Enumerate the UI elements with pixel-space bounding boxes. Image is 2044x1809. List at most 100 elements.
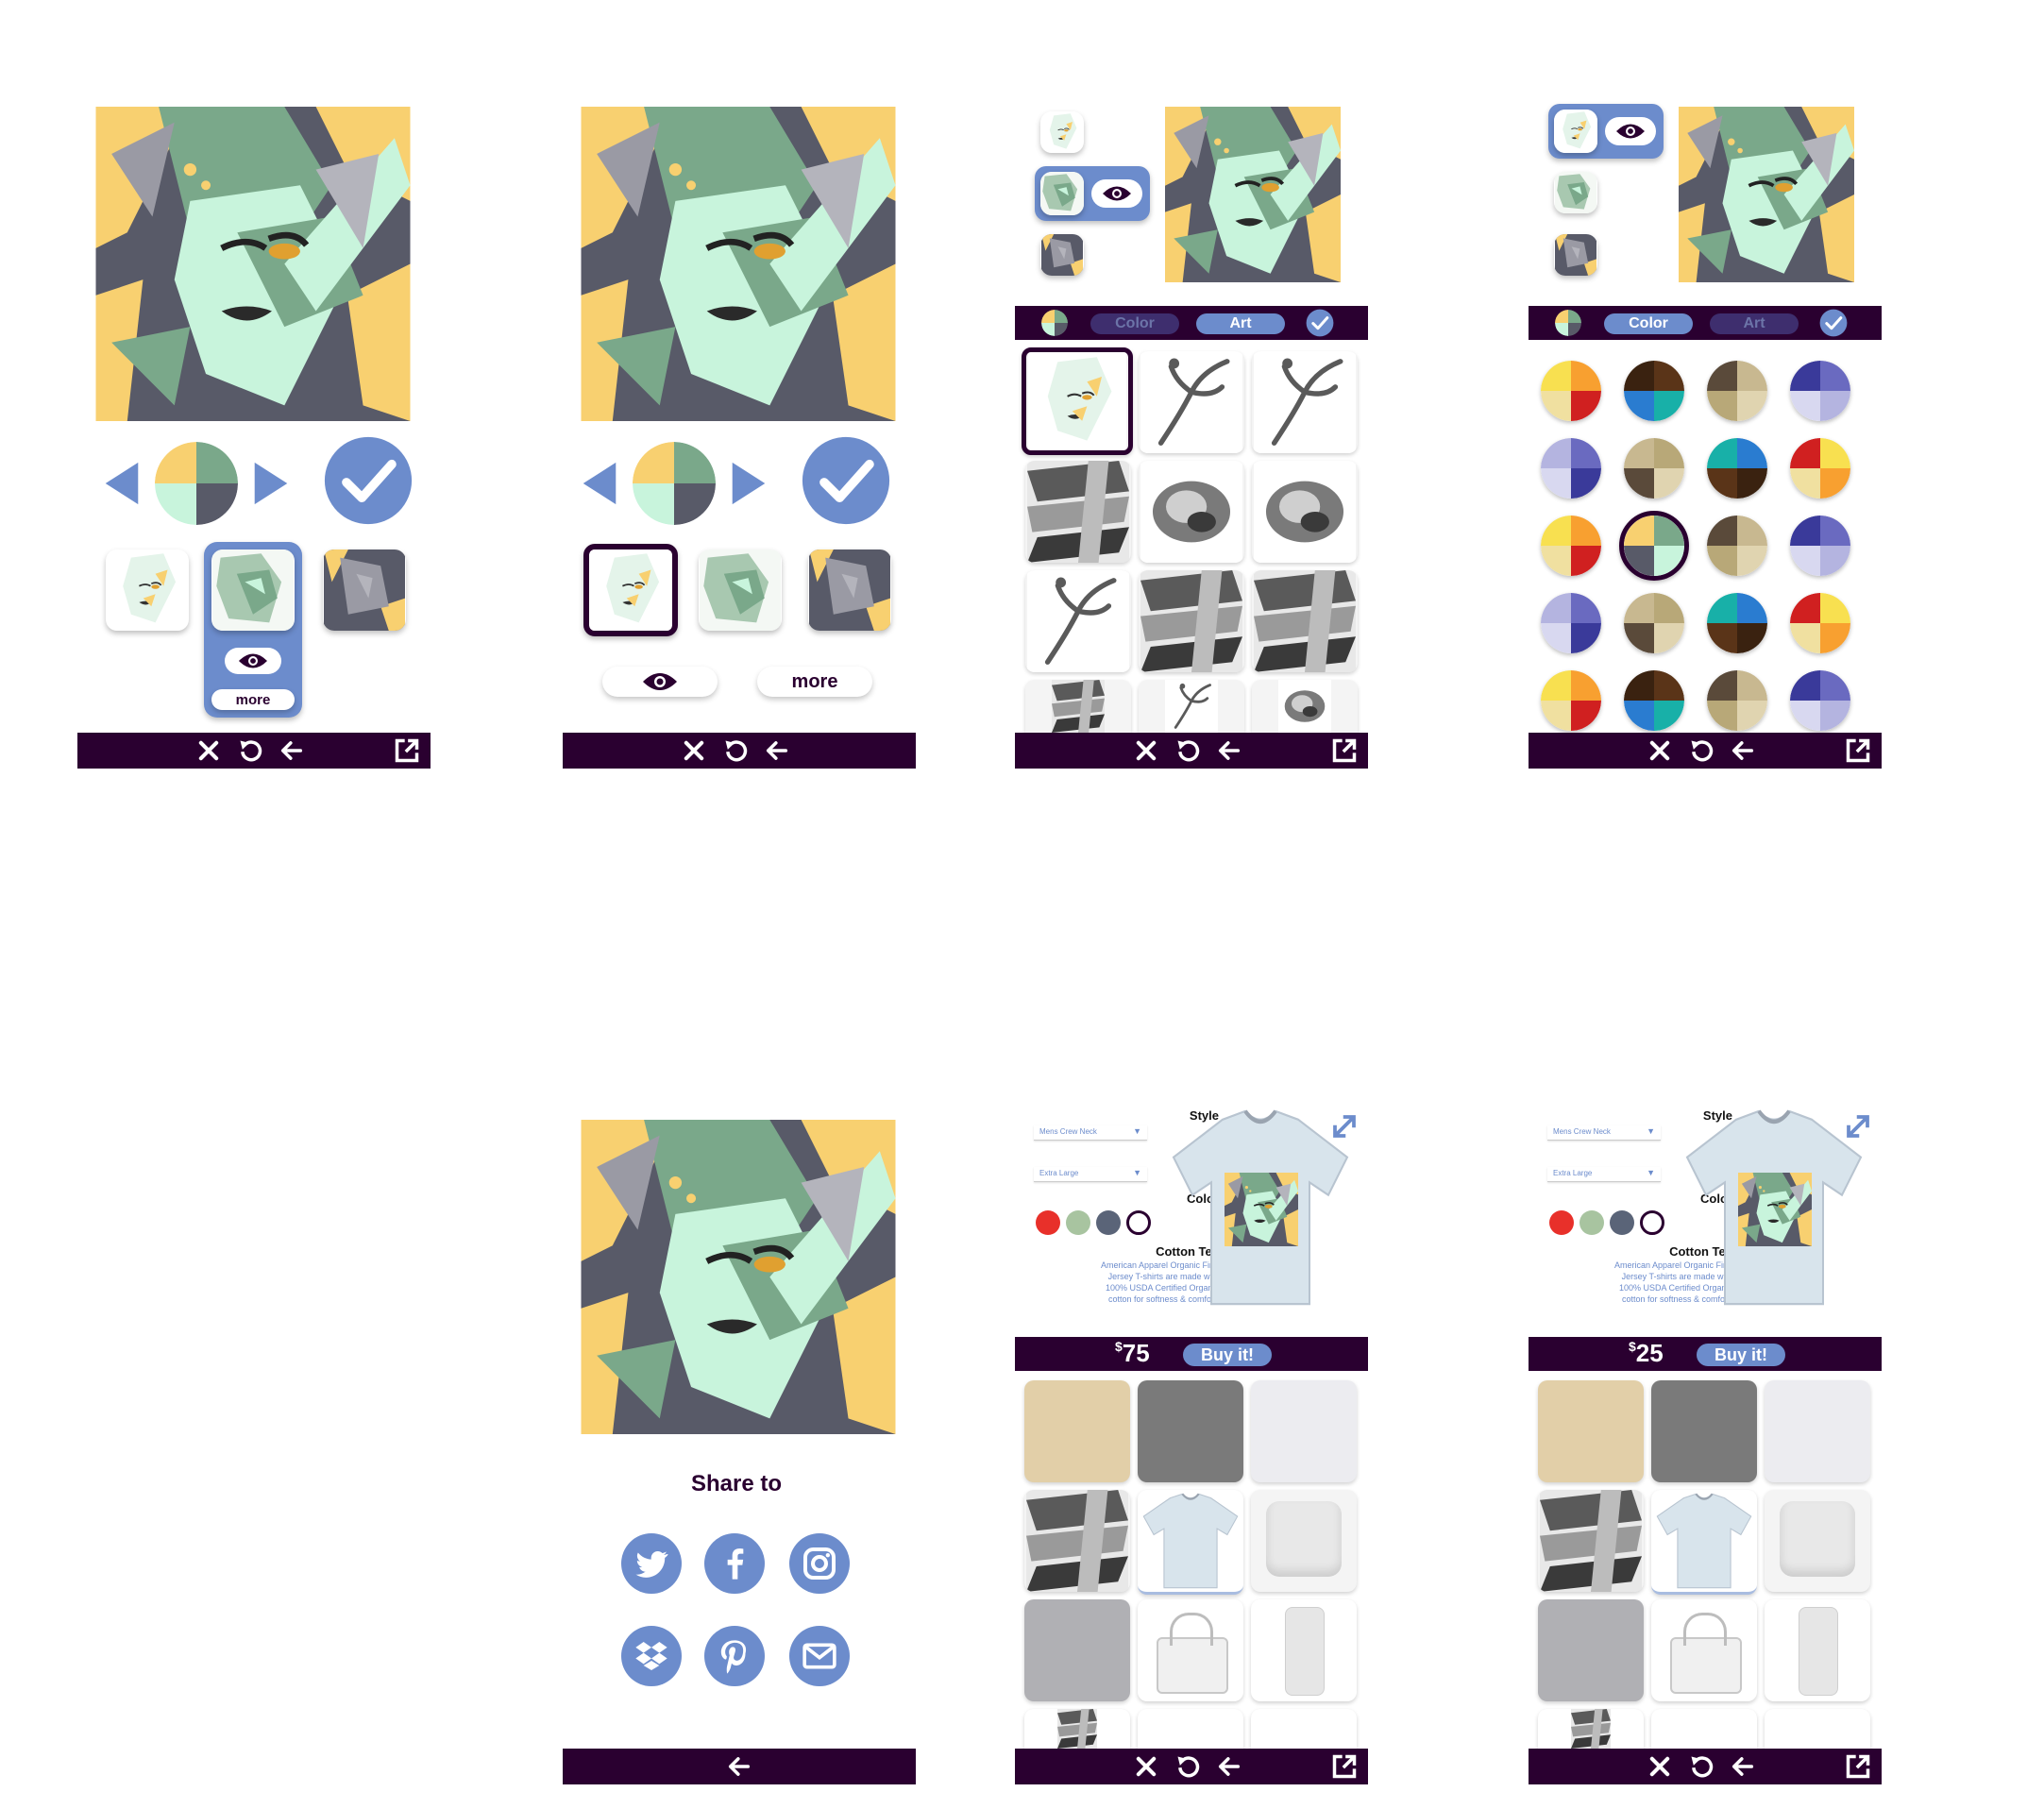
price-bar: $75 Buy it! (1015, 1337, 1368, 1371)
color-swatch[interactable] (1549, 1210, 1574, 1235)
style-select-value: Mens Crew Neck (1039, 1127, 1097, 1136)
color-swatch[interactable] (1579, 1210, 1604, 1235)
previous-palette-arrow-icon[interactable] (580, 461, 619, 506)
back-arrow-icon[interactable] (1727, 1749, 1759, 1784)
screen-7: Style Mens Crew Neck ▼ Size Extra Large … (1529, 0, 1882, 1809)
bottom-toolbar (77, 733, 431, 769)
undo-icon[interactable] (719, 733, 752, 769)
mail-icon[interactable] (789, 1626, 850, 1686)
product-cell-art[interactable] (1024, 1490, 1130, 1592)
confirm-check-icon[interactable] (323, 435, 414, 526)
close-icon[interactable] (678, 733, 710, 769)
color-swatch[interactable] (1640, 1210, 1664, 1235)
share-export-icon[interactable] (1842, 1749, 1874, 1784)
color-swatch[interactable] (1126, 1210, 1151, 1235)
back-arrow-icon[interactable] (1213, 1749, 1245, 1784)
layer-thumb-green[interactable] (699, 549, 782, 631)
product-cell-canvas[interactable] (1251, 1380, 1357, 1482)
eye-icon (237, 651, 269, 670)
product-cell-stone[interactable] (1651, 1380, 1757, 1482)
more-button[interactable]: more (211, 689, 295, 710)
visibility-toggle[interactable] (602, 667, 718, 697)
pillow-shape (1780, 1501, 1855, 1577)
twitter-icon[interactable] (621, 1533, 682, 1594)
share-export-icon[interactable] (1328, 1749, 1360, 1784)
product-cell-phone-case[interactable] (1765, 1599, 1870, 1701)
instagram-icon[interactable] (789, 1533, 850, 1594)
product-preview (1680, 1103, 1868, 1312)
close-icon[interactable] (1644, 1749, 1676, 1784)
pinterest-icon[interactable] (704, 1626, 765, 1686)
size-select-value: Extra Large (1553, 1169, 1593, 1177)
buy-button[interactable]: Buy it! (1697, 1344, 1785, 1366)
layer-thumb-dark[interactable] (808, 549, 891, 631)
product-cell-partial-3[interactable] (1251, 1709, 1357, 1749)
visibility-toggle[interactable] (225, 648, 281, 674)
product-cell-tshirt-selected[interactable] (1651, 1490, 1757, 1595)
color-swatch[interactable] (1066, 1210, 1090, 1235)
phone-case-shape (1285, 1607, 1325, 1696)
product-cell-wood[interactable] (1538, 1380, 1644, 1482)
close-icon[interactable] (193, 733, 225, 769)
product-cell-pillow[interactable] (1251, 1490, 1357, 1592)
product-cell-phone-case[interactable] (1251, 1599, 1357, 1701)
layer-thumb-light[interactable] (106, 549, 189, 631)
handbag-body (1157, 1637, 1228, 1694)
screen-6: Style Mens Crew Neck ▼ Size Extra Large … (1015, 0, 1368, 1809)
more-button[interactable]: more (757, 667, 872, 697)
palette-wheel (633, 442, 716, 525)
product-cell-partial-1[interactable] (1538, 1709, 1644, 1749)
product-cell-pillow[interactable] (1765, 1490, 1870, 1592)
product-cell-partial-1[interactable] (1024, 1709, 1130, 1749)
previous-palette-arrow-icon[interactable] (102, 461, 142, 506)
handbag-handle (1683, 1613, 1727, 1646)
layer-thumb-light-selected[interactable] (583, 544, 678, 636)
product-cell-stone[interactable] (1138, 1380, 1243, 1482)
buy-button[interactable]: Buy it! (1183, 1344, 1272, 1366)
next-palette-arrow-icon[interactable] (729, 461, 769, 506)
back-arrow-icon[interactable] (276, 733, 308, 769)
product-cell-handbag[interactable] (1138, 1599, 1243, 1701)
product-cell-partial-2[interactable] (1138, 1709, 1243, 1749)
product-cell-metal[interactable] (1024, 1599, 1130, 1701)
expand-icon[interactable] (1330, 1112, 1359, 1141)
color-swatch[interactable] (1610, 1210, 1634, 1235)
back-arrow-icon[interactable] (723, 1749, 755, 1784)
bottom-toolbar (1529, 1749, 1882, 1784)
layer-thumb-dark[interactable] (323, 549, 406, 631)
product-cell-handbag[interactable] (1651, 1599, 1757, 1701)
style-select[interactable]: Mens Crew Neck ▼ (1034, 1125, 1147, 1141)
bottom-toolbar (1015, 1749, 1368, 1784)
product-cell-tshirt-selected[interactable] (1138, 1490, 1243, 1595)
close-icon[interactable] (1130, 1749, 1162, 1784)
product-cell-art[interactable] (1538, 1490, 1644, 1592)
color-swatch[interactable] (1096, 1210, 1121, 1235)
back-arrow-icon[interactable] (761, 733, 793, 769)
price: $25 (1629, 1339, 1664, 1367)
undo-icon[interactable] (1172, 1749, 1204, 1784)
selected-layer-panel[interactable]: more (204, 542, 302, 718)
undo-icon[interactable] (234, 733, 266, 769)
facebook-icon[interactable] (704, 1533, 765, 1594)
product-cell-metal[interactable] (1538, 1599, 1644, 1701)
color-swatch[interactable] (1036, 1210, 1060, 1235)
chevron-down-icon: ▼ (1647, 1168, 1655, 1177)
confirm-check-icon[interactable] (801, 435, 891, 526)
share-export-icon[interactable] (391, 733, 423, 769)
product-cell-wood[interactable] (1024, 1380, 1130, 1482)
next-palette-arrow-icon[interactable] (251, 461, 291, 506)
undo-icon[interactable] (1685, 1749, 1717, 1784)
size-select[interactable]: Extra Large ▼ (1034, 1167, 1147, 1182)
product-cell-partial-3[interactable] (1765, 1709, 1870, 1749)
style-select[interactable]: Mens Crew Neck ▼ (1547, 1125, 1661, 1141)
handbag-body (1670, 1637, 1742, 1694)
layer-thumb-green[interactable] (211, 549, 295, 631)
expand-icon[interactable] (1844, 1112, 1872, 1141)
chevron-down-icon: ▼ (1133, 1126, 1141, 1136)
product-cell-canvas[interactable] (1765, 1380, 1870, 1482)
artwork-preview (578, 107, 899, 421)
dropbox-icon[interactable] (621, 1626, 682, 1686)
handbag-handle (1170, 1613, 1213, 1646)
size-select[interactable]: Extra Large ▼ (1547, 1167, 1661, 1182)
product-cell-partial-2[interactable] (1651, 1709, 1757, 1749)
